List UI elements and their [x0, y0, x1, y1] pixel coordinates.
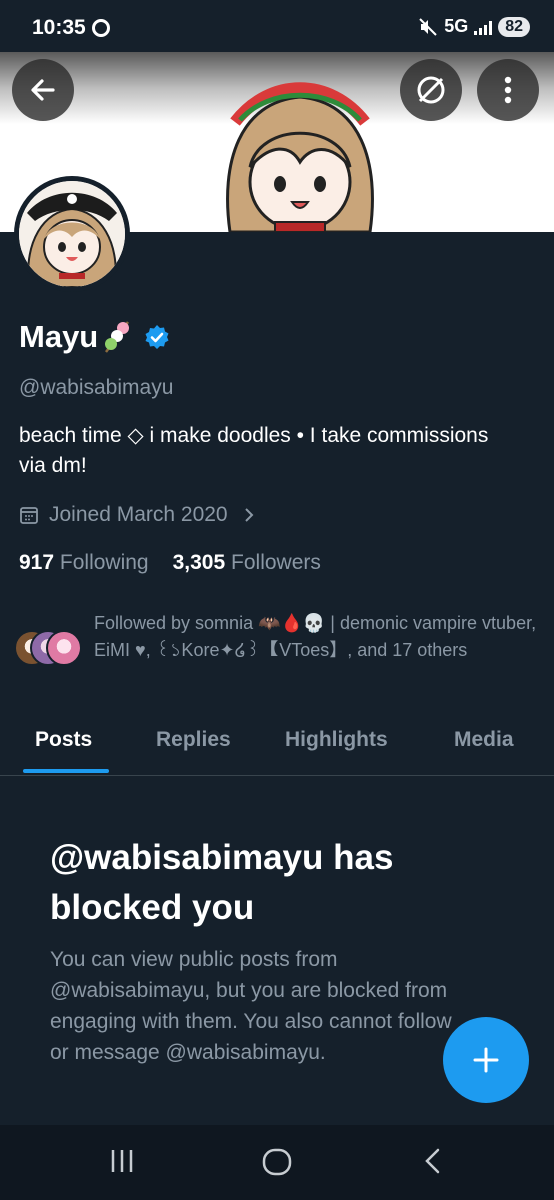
blocked-circle-icon — [417, 76, 445, 104]
plus-icon — [473, 1047, 499, 1073]
follower-avatar — [46, 630, 82, 666]
blocked-title: @wabisabimayu has blocked you — [50, 838, 394, 927]
tab-media[interactable]: Media — [454, 728, 514, 752]
banner-illustration — [226, 82, 374, 232]
status-time: 10:35 — [32, 16, 86, 39]
following-link[interactable]: 917 Following — [19, 551, 149, 575]
mute-icon — [418, 17, 438, 37]
status-bar: 10:35 5G 82 — [0, 0, 554, 52]
joined-date-row: Joined March 2020 — [19, 503, 256, 527]
more-options-button[interactable] — [477, 59, 539, 121]
system-navigation-bar — [0, 1125, 554, 1200]
verified-badge-icon[interactable] — [144, 324, 170, 350]
follower-avatars — [14, 630, 94, 670]
avatar-illustration — [19, 181, 125, 287]
calendar-icon — [20, 507, 38, 524]
following-label: Following — [59, 551, 149, 574]
display-name: Mayu — [19, 319, 99, 354]
network-type: 5G — [444, 16, 469, 36]
tab-replies[interactable]: Replies — [156, 728, 231, 752]
name-row: Mayu — [19, 318, 170, 356]
recents-icon[interactable] — [108, 1147, 136, 1175]
follow-counts: 917 Following 3,305 Followers — [19, 551, 321, 575]
more-vertical-icon — [504, 76, 512, 104]
signal-icon — [474, 19, 493, 35]
profile-tabs: Posts Replies Highlights Media — [0, 716, 554, 776]
back-button[interactable] — [12, 59, 74, 121]
compose-post-button[interactable] — [443, 1017, 529, 1103]
dango-icon — [102, 318, 132, 356]
following-count: 917 — [19, 551, 55, 574]
notification-ring-icon — [92, 19, 110, 37]
blocked-status-button[interactable] — [400, 59, 462, 121]
chevron-right-icon[interactable] — [242, 506, 256, 524]
followed-by-text: Followed by somnia 🦇🩸💀 | demonic vampire… — [94, 613, 537, 660]
battery-badge: 82 — [498, 16, 530, 37]
blocked-description: You can view public posts from @wabisabi… — [50, 948, 452, 1064]
joined-date: Joined March 2020 — [49, 503, 228, 526]
tab-posts[interactable]: Posts — [35, 728, 92, 752]
avatar[interactable] — [14, 176, 130, 292]
home-icon[interactable] — [261, 1147, 293, 1177]
followers-count: 3,305 — [172, 551, 226, 574]
followers-link[interactable]: 3,305 Followers — [173, 551, 321, 575]
profile-handle: @wabisabimayu — [19, 376, 174, 399]
profile-bio: beach time ◇ i make doodles • I take com… — [19, 424, 489, 477]
status-indicators: 5G 82 — [418, 16, 530, 37]
back-chevron-icon[interactable] — [422, 1147, 444, 1175]
active-tab-indicator — [23, 769, 109, 773]
tab-highlights[interactable]: Highlights — [285, 728, 388, 752]
followers-label: Followers — [231, 551, 321, 574]
arrow-left-icon — [31, 79, 55, 101]
